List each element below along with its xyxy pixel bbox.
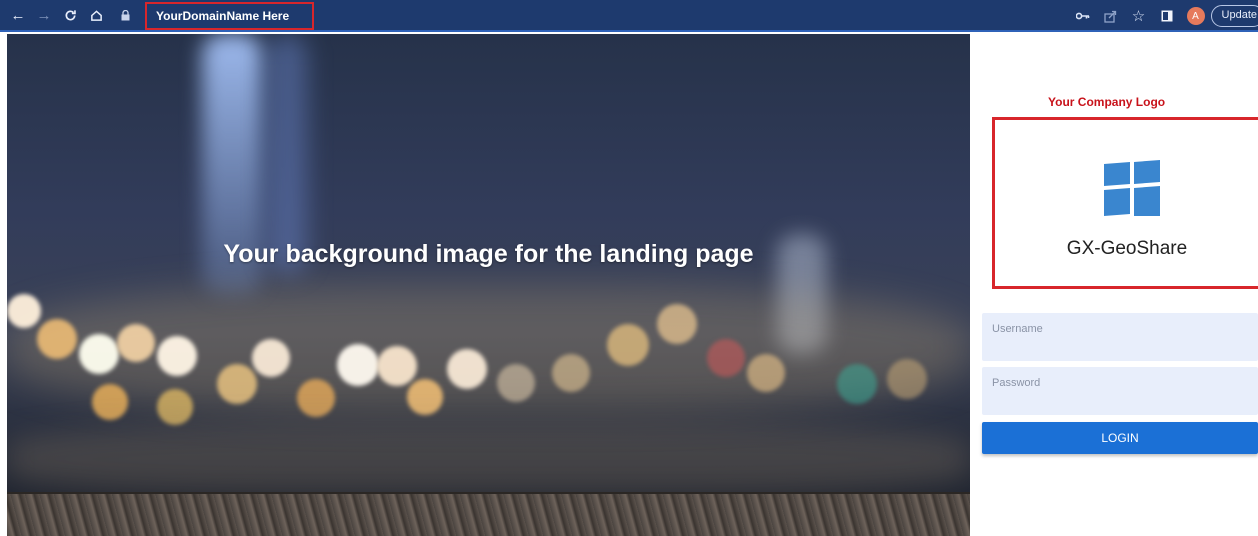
url-text: YourDomainName Here [156, 9, 290, 23]
bokeh-light [447, 349, 487, 389]
key-icon[interactable] [1069, 2, 1097, 30]
forward-arrow-icon[interactable]: → [32, 3, 56, 27]
bokeh-light [157, 336, 197, 376]
profile-avatar[interactable]: A [1186, 7, 1205, 25]
share-icon[interactable] [1097, 2, 1125, 30]
bokeh-light [297, 379, 335, 417]
product-name: GX-GeoShare [1066, 238, 1188, 259]
browser-toolbar: ← → YourDomainName Here ☆ A Update [0, 0, 1258, 32]
password-field[interactable] [982, 367, 1258, 415]
light-column [267, 34, 307, 274]
password-input[interactable] [982, 367, 1258, 415]
home-icon[interactable] [84, 3, 108, 27]
bokeh-light [157, 389, 193, 425]
star-icon[interactable]: ☆ [1125, 2, 1153, 30]
back-arrow-icon[interactable]: ← [6, 3, 30, 27]
bokeh-light [377, 346, 417, 386]
water-reflection [7, 424, 970, 494]
bokeh-light [707, 339, 745, 377]
background-caption: Your background image for the landing pa… [223, 240, 754, 268]
bokeh-light [37, 319, 77, 359]
bokeh-light [887, 359, 927, 399]
update-button[interactable]: Update [1210, 5, 1258, 27]
bokeh-light [79, 334, 119, 374]
username-input[interactable] [982, 313, 1258, 361]
sidebar-icon[interactable] [1153, 2, 1181, 30]
company-logo-label: Your Company Logo [1048, 95, 1166, 109]
bokeh-light [217, 364, 257, 404]
bokeh-light [837, 364, 877, 404]
bokeh-light [607, 324, 649, 366]
bokeh-light [92, 384, 128, 420]
wooden-floor [7, 492, 970, 536]
windows-style-logo-icon [1104, 160, 1160, 216]
bokeh-light [7, 294, 41, 328]
bokeh-light [747, 354, 785, 392]
bokeh-light [337, 344, 379, 386]
username-field[interactable] [982, 313, 1258, 361]
bokeh-light [657, 304, 697, 344]
landing-background-image: Your background image for the landing pa… [7, 34, 970, 536]
company-logo-box: GX-GeoShare [992, 117, 1258, 289]
browser-actions: ☆ A Update [1069, 0, 1258, 32]
bokeh-light [552, 354, 590, 392]
reload-icon[interactable] [58, 3, 82, 27]
bokeh-light [497, 364, 535, 402]
bokeh-light [407, 379, 443, 415]
bokeh-light [117, 324, 155, 362]
login-button[interactable]: LOGIN [982, 422, 1258, 454]
bokeh-light [252, 339, 290, 377]
address-bar[interactable]: YourDomainName Here [145, 2, 314, 30]
lock-icon[interactable] [118, 8, 132, 22]
